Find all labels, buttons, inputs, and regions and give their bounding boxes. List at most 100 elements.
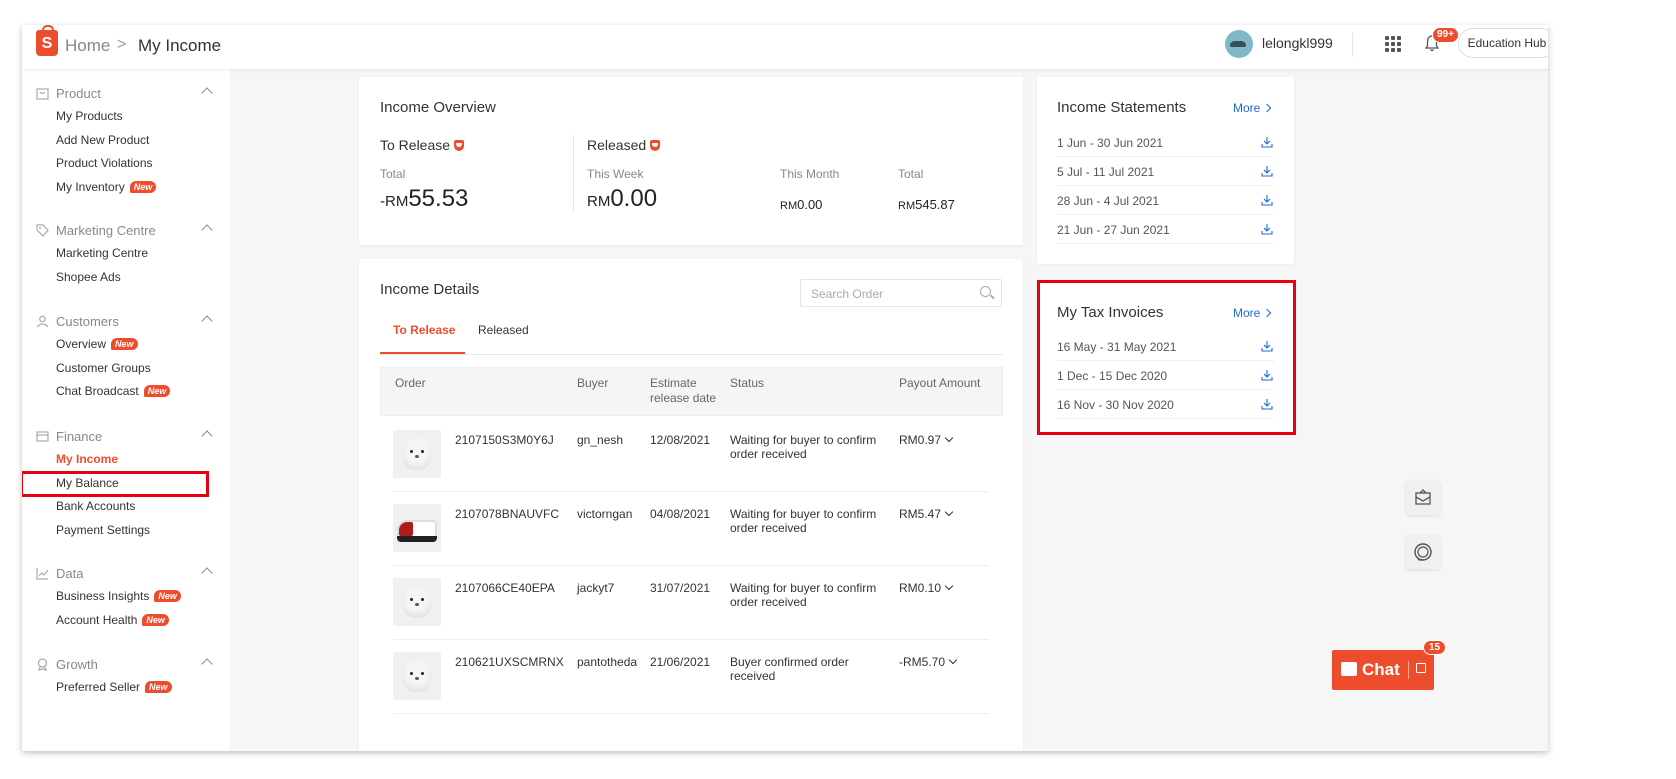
sidebar-item-chat-broadcast[interactable]: Chat Broadcast New <box>22 381 230 405</box>
download-icon[interactable] <box>1261 165 1273 177</box>
buyer-name: pantotheda <box>577 655 638 669</box>
chat-bubble-icon <box>1341 662 1357 676</box>
table-row[interactable]: 2107078BNAUVFC victorngan 04/08/2021 Wai… <box>393 492 989 566</box>
chevron-up-icon[interactable] <box>201 430 213 442</box>
sidebar-section-data: Data Business Insights New Account Health… <box>22 564 230 633</box>
statement-row[interactable]: 21 Jun - 27 Jun 2021 <box>1057 215 1274 244</box>
statement-row[interactable]: 5 Jul - 11 Jul 2021 <box>1057 157 1274 186</box>
sidebar-section-header[interactable]: Growth <box>22 655 230 677</box>
column-label-line: Estimate <box>650 376 697 390</box>
sidebar-section-header[interactable]: Data <box>22 564 230 586</box>
chevron-up-icon[interactable] <box>201 224 213 236</box>
statement-row[interactable]: 28 Jun - 4 Jul 2021 <box>1057 186 1274 215</box>
sidebar-item-my-income[interactable]: My Income <box>22 449 230 473</box>
sidebar-item-add-new-product[interactable]: Add New Product <box>22 130 230 154</box>
payout-amount[interactable]: RM5.47 <box>899 507 954 521</box>
download-icon[interactable] <box>1261 223 1273 235</box>
download-icon[interactable] <box>1261 194 1273 206</box>
sidebar-section-title: Product <box>56 86 101 101</box>
card-title: Income Overview <box>380 99 496 116</box>
sidebar-item-label: My Products <box>56 109 123 123</box>
username[interactable]: lelongkl999 <box>1262 35 1333 51</box>
apps-grid-icon[interactable] <box>1385 36 1401 52</box>
released-total-label: Total <box>898 167 924 181</box>
sidebar-item-payment-settings[interactable]: Payment Settings <box>22 520 230 544</box>
sidebar-section-header[interactable]: Customers <box>22 312 230 334</box>
sidebar-item-product-violations[interactable]: Product Violations <box>22 153 230 177</box>
payout-value: RM0.10 <box>899 581 942 595</box>
search-icon[interactable] <box>980 286 991 297</box>
currency: RM <box>898 200 916 212</box>
chevron-down-icon[interactable] <box>944 433 954 443</box>
payout-value: RM0.97 <box>899 433 942 447</box>
chevron-up-icon[interactable] <box>201 567 213 579</box>
plush-seal-image <box>403 438 431 470</box>
feedback-button[interactable] <box>1406 481 1440 515</box>
order-id[interactable]: 210621UXSCMRNX <box>455 655 564 669</box>
chevron-down-icon[interactable] <box>944 581 954 591</box>
search-input[interactable]: Search Order <box>800 279 1002 307</box>
sidebar-section-header[interactable]: Finance <box>22 427 230 449</box>
statement-period[interactable]: 21 Jun - 27 Jun 2021 <box>1057 223 1170 237</box>
product-thumbnail[interactable] <box>393 430 441 478</box>
currency: RM <box>780 200 798 212</box>
payout-amount[interactable]: RM0.10 <box>899 581 954 595</box>
chevron-down-icon[interactable] <box>948 655 958 665</box>
table-row[interactable]: 2107066CE40EPA jackyt7 31/07/2021 Waitin… <box>393 566 989 640</box>
sidebar-item-customer-groups[interactable]: Customer Groups <box>22 358 230 382</box>
avatar[interactable] <box>1225 30 1253 58</box>
breadcrumb-current: My Income <box>138 36 222 55</box>
currency: RM <box>587 193 611 210</box>
product-thumbnail[interactable] <box>393 504 441 552</box>
payout-amount[interactable]: RM0.97 <box>899 433 954 447</box>
education-hub-button[interactable]: Education Hub <box>1458 28 1548 58</box>
product-thumbnail[interactable] <box>393 578 441 626</box>
sidebar-item-business-insights[interactable]: Business Insights New <box>22 586 230 610</box>
statement-period[interactable]: 5 Jul - 11 Jul 2021 <box>1057 165 1154 179</box>
chat-button[interactable]: Chat 15 <box>1332 640 1447 690</box>
sidebar-item-overview[interactable]: Overview New <box>22 334 230 358</box>
sidebar-item-my-inventory[interactable]: My Inventory New <box>22 177 230 201</box>
new-badge: New <box>154 590 181 602</box>
payout-amount[interactable]: -RM5.70 <box>899 655 958 669</box>
table-row[interactable]: 210621UXSCMRNX pantotheda 21/06/2021 Buy… <box>393 640 989 714</box>
statement-period[interactable]: 28 Jun - 4 Jul 2021 <box>1057 194 1159 208</box>
tab-released[interactable]: Released <box>478 323 529 337</box>
download-icon[interactable] <box>1261 136 1273 148</box>
sidebar-item-account-health[interactable]: Account Health New <box>22 610 230 634</box>
amount: 545.87 <box>915 197 955 212</box>
divider <box>573 135 574 213</box>
chevron-up-icon[interactable] <box>201 87 213 99</box>
chevron-down-icon[interactable] <box>944 507 954 517</box>
sidebar-item-label: Chat Broadcast <box>56 384 139 398</box>
sidebar-item-label: Payment Settings <box>56 522 151 537</box>
shopee-logo-icon[interactable]: S <box>36 25 58 56</box>
statement-row[interactable]: 1 Jun - 30 Jun 2021 <box>1057 128 1274 157</box>
highlight-box-my-income <box>22 471 209 497</box>
order-id[interactable]: 2107078BNAUVFC <box>455 507 559 521</box>
top-bar: S Home > My Income lelongkl999 99+ Educa… <box>22 25 1548 69</box>
sidebar-item-bank-accounts[interactable]: Bank Accounts <box>22 496 230 520</box>
release-date: 21/06/2021 <box>650 655 711 669</box>
breadcrumb-home[interactable]: Home <box>65 36 110 56</box>
released-total-amount: RM545.87 <box>898 197 955 212</box>
sidebar-section-header[interactable]: Product <box>22 84 230 106</box>
sidebar-item-marketing-centre[interactable]: Marketing Centre <box>22 243 230 267</box>
divider <box>1408 661 1409 679</box>
tab-to-release[interactable]: To Release <box>393 323 455 337</box>
chevron-up-icon[interactable] <box>201 315 213 327</box>
chevron-up-icon[interactable] <box>201 658 213 670</box>
order-id[interactable]: 2107066CE40EPA <box>455 581 555 595</box>
more-link[interactable]: More <box>1233 101 1270 115</box>
table-row[interactable]: 2107150S3M0Y6J gn_nesh 12/08/2021 Waitin… <box>393 418 989 492</box>
order-id[interactable]: 2107150S3M0Y6J <box>455 433 554 447</box>
support-button[interactable] <box>1406 535 1440 569</box>
product-thumbnail[interactable] <box>393 652 441 700</box>
sidebar-section-header[interactable]: Marketing Centre <box>22 221 230 243</box>
expand-icon[interactable] <box>1416 663 1426 673</box>
sidebar-item-shopee-ads[interactable]: Shopee Ads <box>22 267 230 291</box>
product-icon <box>36 88 49 100</box>
sidebar-item-preferred-seller[interactable]: Preferred Seller New <box>22 677 230 701</box>
sidebar-item-my-products[interactable]: My Products <box>22 106 230 130</box>
statement-period[interactable]: 1 Jun - 30 Jun 2021 <box>1057 136 1163 150</box>
